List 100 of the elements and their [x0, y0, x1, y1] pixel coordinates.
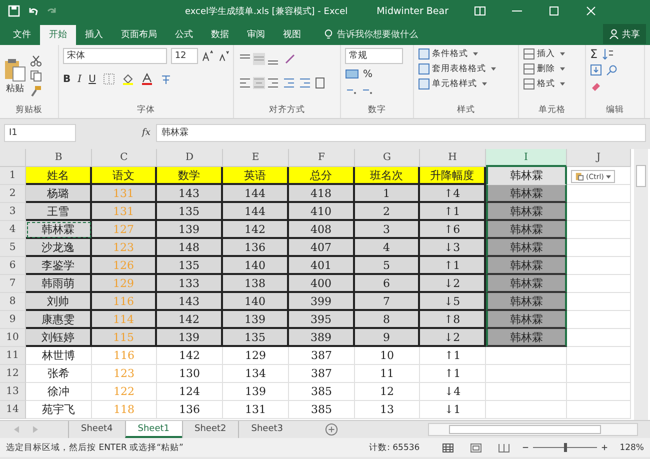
underline-button[interactable]: U	[88, 74, 96, 84]
row-header[interactable]: 12	[0, 365, 26, 383]
group-label: 样式	[456, 104, 476, 116]
ribbon-tab[interactable]: 页面布局	[112, 25, 166, 45]
ribbon-tab[interactable]: 数据	[202, 25, 238, 45]
group-label: 编辑	[605, 104, 625, 116]
add-sheet-icon[interactable]	[325, 423, 338, 436]
column-header[interactable]: I	[486, 149, 567, 167]
font-size-field[interactable]: 12	[170, 48, 198, 64]
ribbon-tab[interactable]: 插入	[76, 25, 112, 45]
sort-icon[interactable]	[602, 48, 614, 60]
autosum-button[interactable]: Σ	[590, 48, 598, 60]
table-cell: 数学	[157, 167, 223, 185]
shrink-font-icon[interactable]	[218, 50, 229, 62]
ribbon-tab[interactable]: 审阅	[238, 25, 274, 45]
table-cell: 韩林霖	[486, 275, 567, 293]
zoom-out-icon[interactable]	[522, 444, 529, 451]
column-header[interactable]: H	[420, 149, 486, 167]
cells-menu-button[interactable]: 删除	[523, 63, 581, 75]
clipboard-icon	[4, 58, 26, 82]
row-header[interactable]: 14	[0, 401, 26, 419]
ribbon-tab[interactable]: 视图	[274, 25, 310, 45]
ribbon-tab[interactable]: 文件	[4, 25, 40, 45]
table-cell: 387	[289, 347, 355, 365]
row-header[interactable]: 11	[0, 347, 26, 365]
table-cell: 135	[157, 203, 223, 221]
number-format-field[interactable]: 常规	[345, 48, 403, 64]
save-icon[interactable]	[8, 5, 20, 17]
row-header[interactable]: 2	[0, 185, 26, 203]
count-readout: 计数: 65536	[369, 442, 420, 454]
table-cell: 135	[223, 329, 289, 347]
phonetic-icon[interactable]	[160, 73, 172, 85]
row-header[interactable]: 13	[0, 383, 26, 401]
column-header[interactable]: E	[223, 149, 289, 167]
italic-button[interactable]: I	[78, 74, 82, 84]
page-layout-icon[interactable]	[470, 442, 482, 452]
table-cell: 140	[223, 293, 289, 311]
format-painter-icon[interactable]	[30, 85, 42, 97]
borders-icon[interactable]	[102, 73, 115, 85]
ribbon-display-icon[interactable]	[474, 6, 486, 16]
column-header[interactable]: G	[355, 149, 420, 167]
maximize-icon[interactable]	[548, 6, 560, 16]
cells-menu-button[interactable]: 插入	[523, 48, 581, 60]
horizontal-scrollbar[interactable]	[428, 423, 638, 436]
bold-button[interactable]: B	[63, 74, 71, 84]
normal-view-icon[interactable]	[442, 442, 454, 452]
ribbon-tab[interactable]: 公式	[166, 25, 202, 45]
column-header[interactable]: J	[567, 149, 631, 167]
undo-icon[interactable]	[27, 5, 39, 17]
column-header[interactable]: D	[157, 149, 223, 167]
name-box[interactable]: I1	[4, 124, 76, 142]
zoom-in-icon[interactable]	[600, 444, 608, 451]
font-name-field[interactable]: 宋体	[63, 48, 167, 64]
copy-icon[interactable]	[30, 70, 42, 82]
table-cell: 130	[157, 365, 223, 383]
table-cell: 12	[355, 383, 420, 401]
page-break-icon[interactable]	[498, 442, 510, 452]
column-header[interactable]: F	[289, 149, 355, 167]
formula-field[interactable]: 韩林霖	[156, 124, 646, 142]
search-icon[interactable]	[606, 64, 618, 76]
row-header[interactable]: 5	[0, 239, 26, 257]
close-icon[interactable]	[584, 6, 596, 16]
fill-color-icon[interactable]	[122, 73, 134, 85]
column-header[interactable]: C	[92, 149, 157, 167]
table-cell: 135	[157, 257, 223, 275]
zoom-slider-thumb[interactable]	[564, 443, 567, 452]
scissors-icon[interactable]	[30, 55, 42, 67]
zoom-level[interactable]: 128%	[620, 442, 644, 452]
table-cell: 韩林霖	[486, 167, 567, 185]
table-cell: 总分	[289, 167, 355, 185]
insert-function-button[interactable]: fx	[142, 128, 150, 138]
styles-menu-button[interactable]: 套用表格格式	[418, 63, 514, 75]
vertical-scrollbar[interactable]	[634, 149, 648, 420]
cells-menu-button[interactable]: 格式	[523, 78, 581, 90]
styles-menu-button[interactable]: 条件格式	[418, 48, 514, 60]
row-header[interactable]: 6	[0, 257, 26, 275]
currency-icon[interactable]	[345, 68, 359, 80]
paste-button[interactable]: 粘贴	[4, 58, 26, 94]
table-cell: 131	[92, 185, 157, 203]
row-header[interactable]: 4	[0, 221, 26, 239]
row-header[interactable]: 1	[0, 167, 26, 185]
ribbon-tab[interactable]: 开始	[40, 25, 76, 45]
percent-button[interactable]: %	[363, 68, 373, 80]
sheet-tab[interactable]: Sheet1	[124, 421, 182, 438]
table-cell: ↑1	[420, 203, 486, 221]
user-name[interactable]: Midwinter Bear	[376, 6, 448, 16]
column-header[interactable]: B	[26, 149, 92, 167]
row-header[interactable]: 10	[0, 329, 26, 347]
row-header[interactable]: 3	[0, 203, 26, 221]
share-button[interactable]: 共享	[603, 24, 646, 44]
fill-down-icon[interactable]	[590, 64, 602, 76]
font-color-icon[interactable]	[140, 73, 153, 85]
row-header[interactable]: 9	[0, 311, 26, 329]
styles-menu-button[interactable]: 单元格样式	[418, 78, 514, 90]
eraser-icon[interactable]	[590, 80, 602, 92]
grow-font-icon[interactable]	[202, 50, 214, 62]
row-header[interactable]: 7	[0, 275, 26, 293]
table-cell: 139	[223, 311, 289, 329]
row-header[interactable]: 8	[0, 293, 26, 311]
tell-me-search[interactable]: 告诉我你想要做什么	[337, 25, 418, 45]
